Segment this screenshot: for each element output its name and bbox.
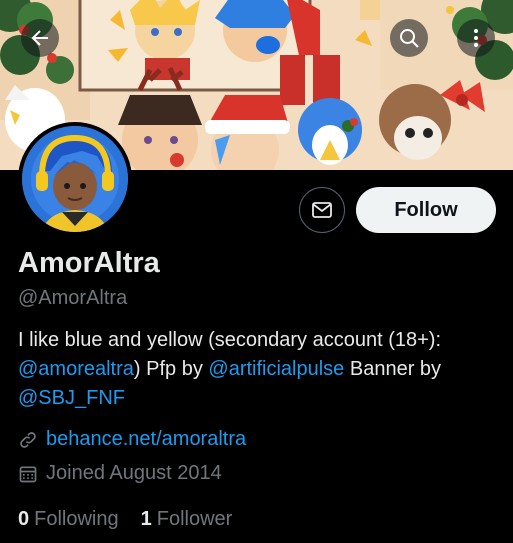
search-icon — [400, 29, 419, 48]
avatar[interactable] — [18, 122, 132, 236]
followers-link[interactable]: 1 Follower — [141, 508, 233, 531]
link-icon — [18, 430, 38, 450]
message-button[interactable] — [299, 187, 345, 233]
follow-button[interactable]: Follow — [356, 187, 496, 233]
bio-mention-link[interactable]: @artificialpulse — [208, 358, 344, 380]
search-button[interactable] — [390, 19, 428, 57]
arrow-left-icon — [31, 30, 48, 46]
following-count: 0 — [18, 508, 30, 530]
joined-row: Joined August 2014 — [18, 462, 222, 485]
bio-mention-link[interactable]: @amorealtra — [18, 358, 134, 380]
more-vertical-icon — [474, 29, 478, 47]
bio-mention-link[interactable]: @SBJ_FNF — [18, 387, 125, 409]
bio-text: I like blue and yellow (secondary accoun… — [18, 329, 442, 351]
following-label: Following — [34, 508, 119, 530]
avatar-image — [22, 126, 128, 232]
display-name: AmorAltra — [18, 247, 160, 279]
more-options-button[interactable] — [457, 19, 495, 57]
user-handle: @AmorAltra — [18, 287, 128, 309]
bio-text: ) Pfp by — [133, 358, 209, 380]
followers-label: Follower — [156, 508, 233, 530]
website-row: behance.net/amoraltra — [18, 428, 246, 451]
calendar-icon — [18, 464, 38, 484]
joined-date: Joined August 2014 — [46, 462, 222, 484]
bio-text: Banner by — [344, 358, 442, 380]
website-link[interactable]: behance.net/amoraltra — [46, 428, 246, 451]
follow-counts: 0 Following 1 Follower — [18, 508, 232, 531]
followers-count: 1 — [140, 508, 152, 530]
back-button[interactable] — [21, 19, 59, 57]
envelope-icon — [312, 202, 332, 218]
profile-bio: I like blue and yellow (secondary accoun… — [18, 326, 498, 413]
following-link[interactable]: 0 Following — [18, 508, 119, 531]
